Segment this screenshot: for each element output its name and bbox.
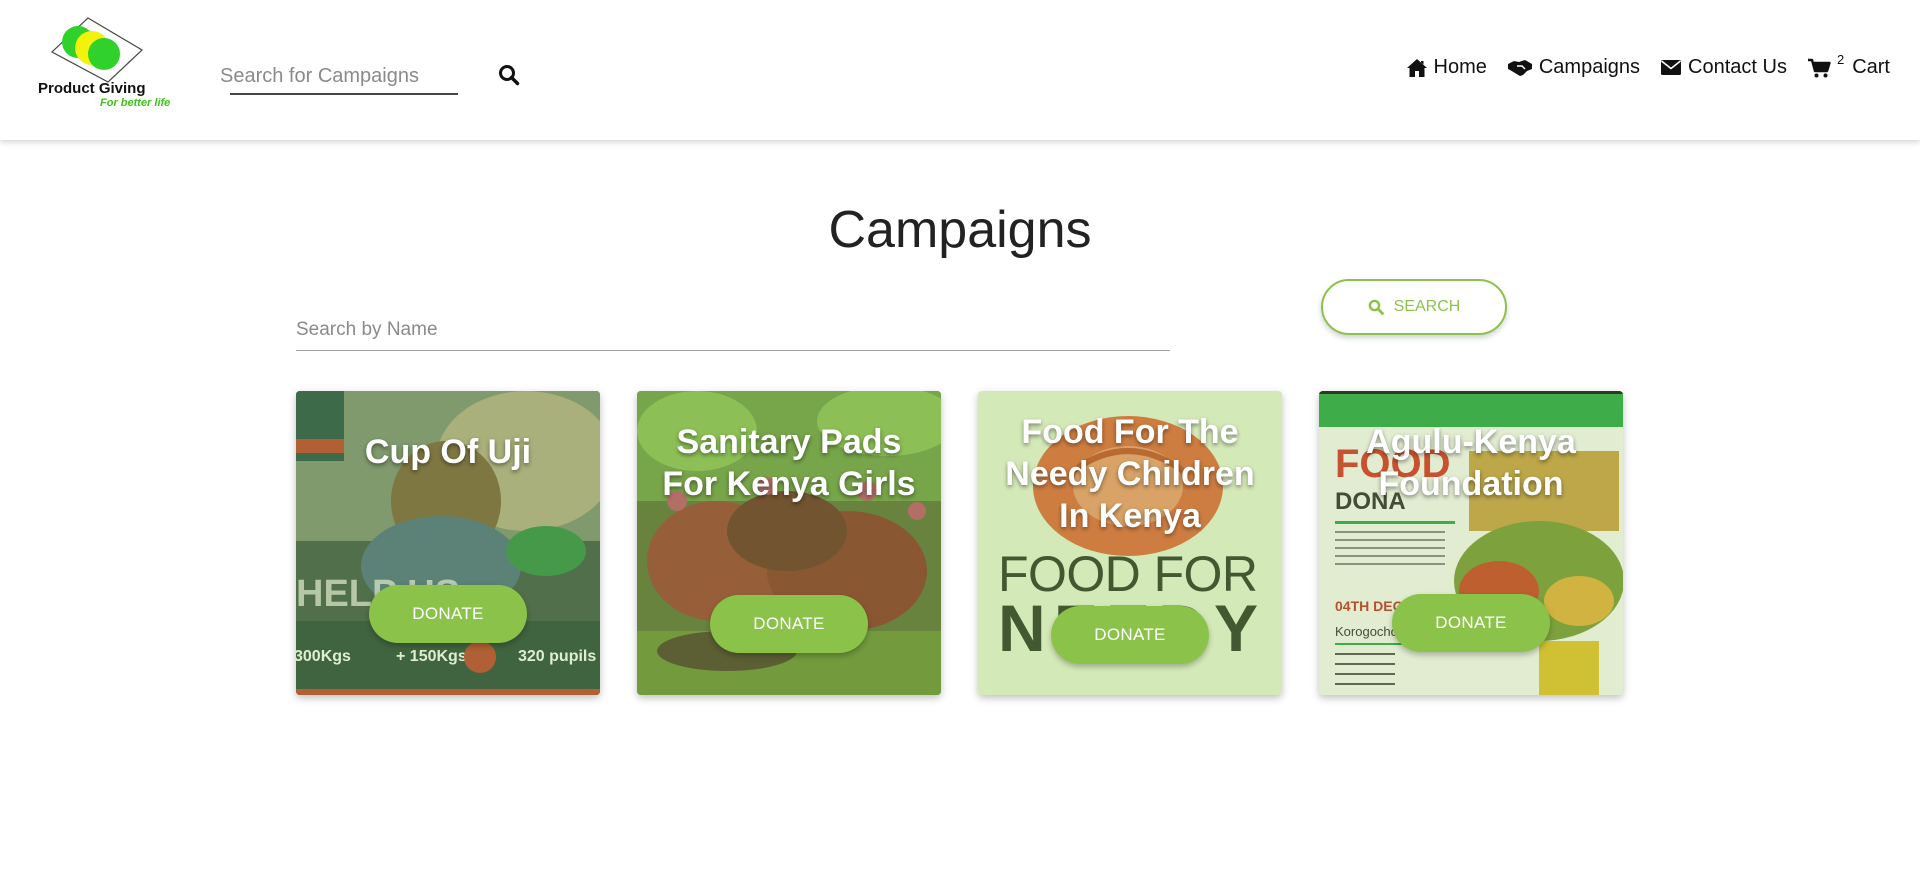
donate-button[interactable]: DONATE — [1051, 606, 1209, 664]
logo-mark-icon — [50, 17, 143, 83]
logo-name: Product Giving — [38, 80, 146, 97]
handshake-icon — [1507, 59, 1532, 76]
nav-campaigns-label: Campaigns — [1538, 56, 1641, 78]
nav-cart[interactable]: 2 Cart — [1807, 52, 1890, 79]
nav-contact-label: Contact Us — [1688, 56, 1787, 78]
nav-contact[interactable]: Contact Us — [1660, 56, 1787, 79]
nav-home-label: Home — [1433, 56, 1487, 78]
search-button-label: SEARCH — [1393, 298, 1461, 315]
cart-count-badge: 2 — [1836, 52, 1845, 67]
donate-button[interactable]: DONATE — [369, 585, 527, 643]
nav-cart-label: Cart — [1852, 56, 1890, 78]
card-title: Food For The Needy Children In Kenya — [1005, 413, 1255, 535]
card-title: Agulu-Kenya Foundation — [1366, 423, 1576, 503]
campaign-search-underline — [230, 93, 458, 95]
site-header: Product Giving For better life Home Camp… — [0, 0, 1920, 140]
envelope-icon — [1661, 60, 1682, 75]
search-icon — [499, 65, 520, 86]
search-button[interactable]: SEARCH — [1321, 279, 1507, 335]
search-icon — [1368, 299, 1384, 315]
site-logo[interactable]: Product Giving For better life — [34, 16, 184, 112]
campaign-card[interactable]: FOOD DONA 04TH DEC 2021 Korogocho Sl Agu… — [1319, 391, 1623, 695]
name-search-underline — [296, 350, 1170, 351]
campaign-card[interactable]: HELP US 300Kgs + 150Kgs 320 pupils Cup O… — [296, 391, 600, 695]
campaign-cards: HELP US 300Kgs + 150Kgs 320 pupils Cup O… — [296, 391, 1623, 695]
campaign-search-input[interactable] — [220, 60, 458, 92]
campaign-card[interactable]: Sanitary Pads For Kenya Girls DONATE — [637, 391, 941, 695]
main-nav: Home Campaigns Contact Us 2 Cart — [1406, 52, 1890, 79]
card-title: Cup Of Uji — [364, 433, 532, 471]
donate-button[interactable]: DONATE — [710, 595, 868, 653]
campaign-search-button[interactable] — [498, 64, 528, 94]
page-title: Campaigns — [828, 201, 1092, 259]
name-search-input[interactable] — [296, 312, 1170, 348]
card-title: Sanitary Pads For Kenya Girls — [662, 423, 916, 503]
nav-home[interactable]: Home — [1406, 56, 1487, 79]
campaign-card[interactable]: FOOD FOR NEEDY Food For The Needy Childr… — [978, 391, 1282, 695]
donate-button[interactable]: DONATE — [1392, 594, 1550, 652]
cart-icon — [1807, 58, 1831, 77]
nav-campaigns[interactable]: Campaigns — [1507, 56, 1640, 79]
logo-tagline: For better life — [100, 97, 171, 109]
campaign-search — [220, 60, 458, 96]
name-search — [296, 312, 1170, 352]
home-icon — [1406, 58, 1427, 77]
